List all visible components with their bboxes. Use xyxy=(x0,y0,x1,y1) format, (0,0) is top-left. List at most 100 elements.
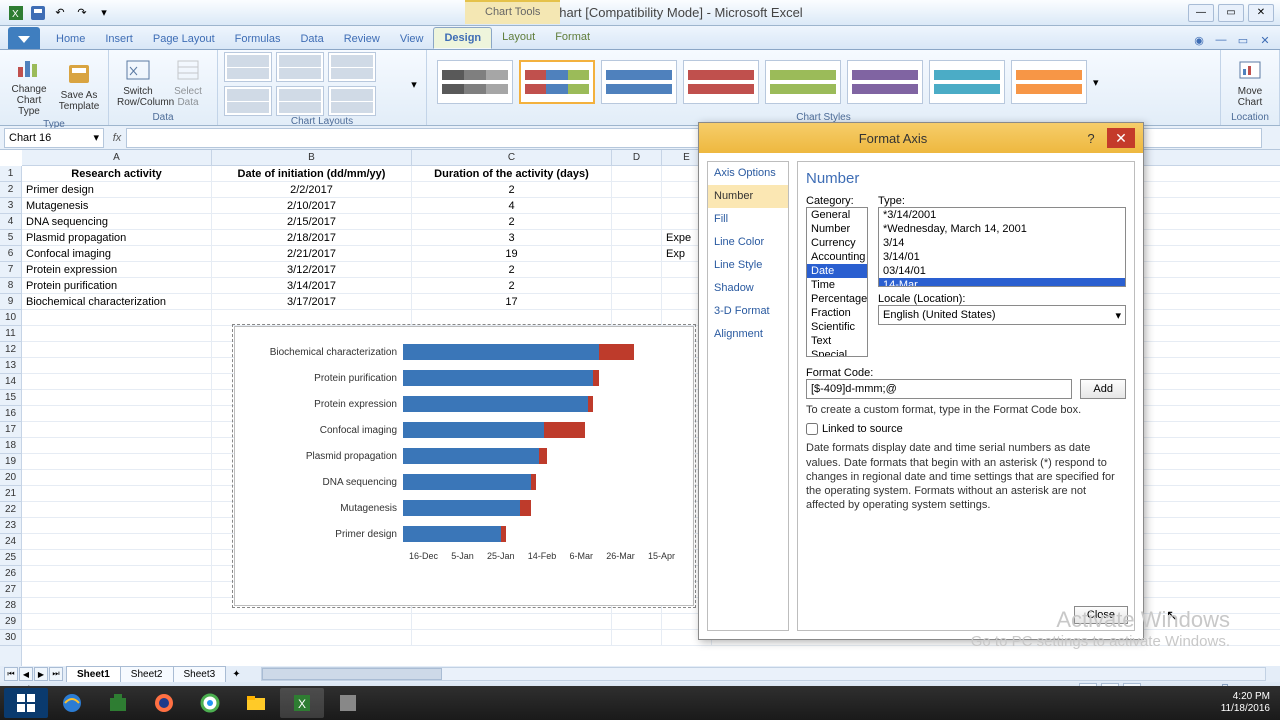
type-option[interactable]: 3/14/01 xyxy=(879,250,1125,264)
cell[interactable] xyxy=(412,614,612,629)
cell[interactable] xyxy=(22,422,212,437)
col-header[interactable]: C xyxy=(412,150,612,165)
styles-more-icon[interactable]: ▾ xyxy=(1093,76,1105,89)
minimize-button[interactable]: — xyxy=(1188,4,1214,22)
row-header[interactable]: 8 xyxy=(0,278,21,294)
cell[interactable]: Mutagenesis xyxy=(22,198,212,213)
row-header[interactable]: 7 xyxy=(0,262,21,278)
cell[interactable]: Research activity xyxy=(22,166,212,181)
dialog-nav-3-d-format[interactable]: 3-D Format xyxy=(708,300,788,323)
cell[interactable] xyxy=(22,310,212,325)
maximize-button[interactable]: ▭ xyxy=(1218,4,1244,22)
sheet-tab-sheet3[interactable]: Sheet3 xyxy=(173,666,227,682)
dialog-help-button[interactable]: ? xyxy=(1079,128,1103,148)
sheet-tab-sheet1[interactable]: Sheet1 xyxy=(66,666,121,682)
cell[interactable] xyxy=(612,310,662,325)
taskbar-clock[interactable]: 4:20 PM11/18/2016 xyxy=(1221,691,1276,715)
row-header[interactable]: 12 xyxy=(0,342,21,358)
row-header[interactable]: 18 xyxy=(0,438,21,454)
cell[interactable]: 3/17/2017 xyxy=(212,294,412,309)
close-button[interactable]: Close xyxy=(1074,606,1128,624)
qat-more-icon[interactable]: ▾ xyxy=(96,5,112,21)
row-header[interactable]: 16 xyxy=(0,406,21,422)
cell[interactable]: 19 xyxy=(412,246,612,261)
taskbar-excel-icon[interactable]: X xyxy=(280,688,324,718)
cell[interactable] xyxy=(22,566,212,581)
cell[interactable]: Date of initiation (dd/mm/yy) xyxy=(212,166,412,181)
close-doc-button[interactable]: ✕ xyxy=(1256,31,1274,49)
file-button[interactable] xyxy=(8,27,40,49)
row-header[interactable]: 27 xyxy=(0,582,21,598)
row-header[interactable]: 15 xyxy=(0,390,21,406)
tab-home[interactable]: Home xyxy=(46,29,95,49)
col-header[interactable]: D xyxy=(612,150,662,165)
cell[interactable] xyxy=(22,486,212,501)
cell[interactable] xyxy=(212,630,412,645)
tab-data[interactable]: Data xyxy=(290,29,333,49)
cell[interactable] xyxy=(22,518,212,533)
chart-style-4[interactable] xyxy=(683,60,759,104)
cell[interactable]: 2/15/2017 xyxy=(212,214,412,229)
taskbar-explorer-icon[interactable] xyxy=(234,688,278,718)
cell[interactable] xyxy=(22,326,212,341)
type-listbox[interactable]: *3/14/2001*Wednesday, March 14, 20013/14… xyxy=(878,207,1126,287)
category-option[interactable]: Date xyxy=(807,264,867,278)
category-option[interactable]: Fraction xyxy=(807,306,867,320)
category-option[interactable]: Currency xyxy=(807,236,867,250)
category-listbox[interactable]: GeneralNumberCurrencyAccountingDateTimeP… xyxy=(806,207,868,357)
cell[interactable] xyxy=(22,582,212,597)
start-button[interactable] xyxy=(4,688,48,718)
row-header[interactable]: 3 xyxy=(0,198,21,214)
cell[interactable] xyxy=(22,374,212,389)
cell[interactable]: 4 xyxy=(412,198,612,213)
undo-icon[interactable]: ↶ xyxy=(52,5,68,21)
cell[interactable]: 2 xyxy=(412,182,612,197)
tab-insert[interactable]: Insert xyxy=(95,29,143,49)
cell[interactable] xyxy=(22,502,212,517)
cell[interactable] xyxy=(22,358,212,373)
chart-style-3[interactable] xyxy=(601,60,677,104)
row-header[interactable]: 4 xyxy=(0,214,21,230)
cell[interactable] xyxy=(612,262,662,277)
sheet-tab-sheet2[interactable]: Sheet2 xyxy=(120,666,174,682)
cell[interactable]: 3/12/2017 xyxy=(212,262,412,277)
cell[interactable] xyxy=(412,630,612,645)
row-header[interactable]: 21 xyxy=(0,486,21,502)
cell[interactable] xyxy=(212,614,412,629)
row-header[interactable]: 25 xyxy=(0,550,21,566)
cell[interactable]: DNA sequencing xyxy=(22,214,212,229)
dialog-nav-shadow[interactable]: Shadow xyxy=(708,277,788,300)
tab-design[interactable]: Design xyxy=(433,27,492,49)
tab-nav-first[interactable]: ⏮ xyxy=(4,667,18,681)
tab-review[interactable]: Review xyxy=(334,29,390,49)
category-option[interactable]: Number xyxy=(807,222,867,236)
category-option[interactable]: Accounting xyxy=(807,250,867,264)
col-header[interactable]: B xyxy=(212,150,412,165)
gantt-bar-duration[interactable] xyxy=(520,500,531,516)
chart-style-6[interactable] xyxy=(847,60,923,104)
type-option[interactable]: *3/14/2001 xyxy=(879,208,1125,222)
cell[interactable]: Duration of the activity (days) xyxy=(412,166,612,181)
dialog-nav-alignment[interactable]: Alignment xyxy=(708,323,788,346)
category-option[interactable]: Time xyxy=(807,278,867,292)
gantt-bar-offset[interactable] xyxy=(403,344,599,360)
cell[interactable] xyxy=(412,310,612,325)
row-header[interactable]: 24 xyxy=(0,534,21,550)
cell[interactable]: 3 xyxy=(412,230,612,245)
row-header[interactable]: 28 xyxy=(0,598,21,614)
category-option[interactable]: Scientific xyxy=(807,320,867,334)
format-code-input[interactable] xyxy=(806,379,1072,399)
dialog-nav-line-style[interactable]: Line Style xyxy=(708,254,788,277)
layouts-more-icon[interactable]: ▾ xyxy=(408,78,420,91)
gantt-bar-duration[interactable] xyxy=(593,370,598,386)
cell[interactable] xyxy=(612,230,662,245)
dialog-nav-number[interactable]: Number xyxy=(708,185,788,208)
cell[interactable] xyxy=(612,214,662,229)
save-as-template-button[interactable]: Save As Template xyxy=(56,58,102,114)
taskbar-ie-icon[interactable] xyxy=(50,688,94,718)
dialog-nav[interactable]: Axis OptionsNumberFillLine ColorLine Sty… xyxy=(707,161,789,631)
tab-layout[interactable]: Layout xyxy=(492,27,545,49)
row-header[interactable]: 13 xyxy=(0,358,21,374)
save-icon[interactable] xyxy=(30,5,46,21)
switch-row-column-button[interactable]: Switch Row/Column xyxy=(115,54,161,110)
